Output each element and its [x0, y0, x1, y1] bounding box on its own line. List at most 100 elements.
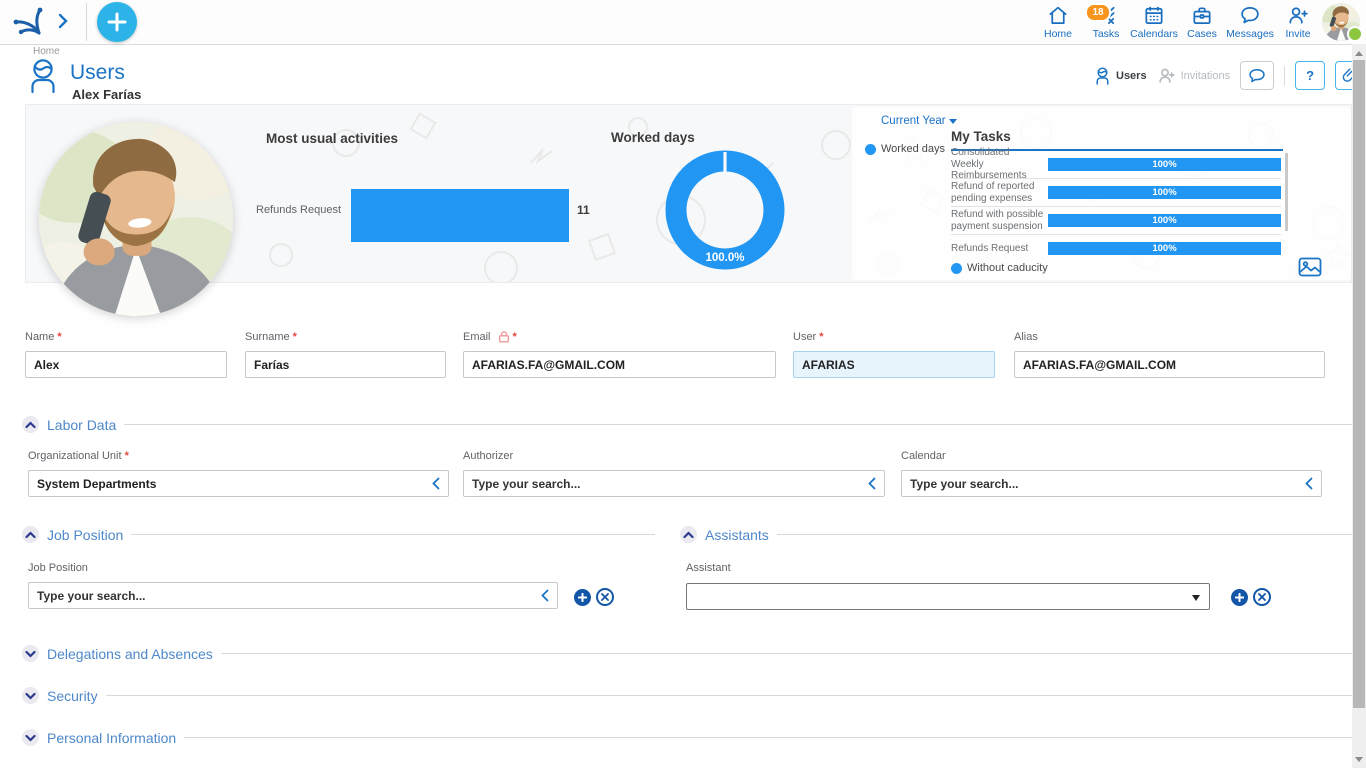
scroll-down-arrow-icon[interactable] [1355, 757, 1363, 762]
section-job-position[interactable]: Job Position [22, 526, 655, 543]
field-alias: Alias [1014, 330, 1325, 378]
nav-home[interactable]: Home [1034, 3, 1082, 40]
chevron-left-icon[interactable] [541, 589, 549, 602]
calendar-input[interactable] [901, 470, 1322, 497]
remove-assistant-button[interactable] [1253, 588, 1271, 606]
brand-logo-icon [12, 7, 46, 42]
profile-avatar[interactable] [1322, 3, 1360, 41]
task-progress-bar: 100% [1048, 186, 1281, 199]
section-security-title: Security [47, 688, 98, 704]
section-assistants[interactable]: Assistants [680, 526, 1352, 543]
chevron-up-icon [22, 526, 39, 543]
image-icon [1298, 257, 1322, 277]
section-labor-data[interactable]: Labor Data [22, 416, 1352, 433]
chevron-down-icon [22, 645, 39, 662]
scroll-up-arrow-icon[interactable] [1355, 51, 1363, 56]
assistant-select[interactable] [686, 583, 1210, 610]
nav-calendars-label: Calendars [1130, 28, 1178, 40]
header-separator [1284, 66, 1285, 86]
topbar-divider [86, 3, 87, 41]
task-progress-value: 100% [1048, 187, 1281, 198]
chevron-left-icon[interactable] [1305, 477, 1313, 490]
breadcrumb: Home [33, 46, 60, 57]
app-window: Home Tasks 18 [0, 0, 1366, 768]
task-row: Refund of reported pending expenses 100% [951, 179, 1281, 207]
chevron-left-icon[interactable] [432, 477, 440, 490]
nav-invite[interactable]: Invite [1274, 3, 1322, 40]
section-delegations-title: Delegations and Absences [47, 646, 213, 662]
topbar: Home Tasks 18 [0, 0, 1366, 45]
user-input[interactable] [793, 351, 995, 378]
nav-messages[interactable]: Messages [1226, 3, 1274, 40]
nav-tasks-label: Tasks [1082, 28, 1130, 40]
tasks-count-badge: 18 [1085, 3, 1111, 22]
section-divider-line [124, 424, 1352, 425]
task-row: Refunds Request 100% [951, 235, 1281, 262]
invite-person-icon [1274, 3, 1322, 27]
field-job-position: Job Position [28, 561, 558, 609]
job-position-input[interactable] [28, 582, 558, 609]
remove-job-position-button[interactable] [596, 588, 614, 606]
comments-button[interactable] [1240, 61, 1274, 90]
legend-dot-icon [951, 263, 962, 274]
nav-calendars[interactable]: Calendars [1130, 3, 1178, 40]
task-label: Refund with possible payment suspension [951, 209, 1048, 232]
email-input[interactable] [463, 351, 776, 378]
alias-input[interactable] [1014, 351, 1325, 378]
surname-label: Surname* [245, 330, 446, 343]
create-new-button[interactable] [97, 2, 137, 42]
authorizer-label: Authorizer [463, 449, 885, 462]
field-name: Name* [25, 330, 227, 378]
help-button[interactable]: ? [1295, 61, 1325, 90]
name-label: Name* [25, 330, 227, 343]
invitations-icon [1157, 67, 1176, 85]
tab-invitations[interactable]: Invitations [1157, 67, 1231, 85]
add-job-position-button[interactable] [574, 589, 591, 606]
section-personal-information[interactable]: Personal Information [22, 729, 1352, 746]
chevron-down-icon [22, 729, 39, 746]
plus-icon [578, 593, 587, 602]
chevron-up-icon [680, 526, 697, 543]
chevron-left-icon[interactable] [868, 477, 876, 490]
section-security[interactable]: Security [22, 687, 1352, 704]
activities-bar-value: 11 [577, 203, 590, 217]
my-tasks-title: My Tasks [951, 129, 1011, 144]
surname-input[interactable] [245, 351, 446, 378]
period-selector[interactable]: Current Year [881, 115, 957, 127]
section-divider-line [184, 737, 1352, 738]
tab-users[interactable]: Users [1094, 67, 1147, 85]
delete-circle-icon [1258, 593, 1266, 601]
nav-cases[interactable]: Cases [1178, 3, 1226, 40]
org-unit-label: Organizational Unit* [28, 449, 449, 462]
expand-menu-chevron-icon[interactable] [58, 13, 68, 34]
org-unit-input[interactable] [28, 470, 449, 497]
my-tasks-scrollbar[interactable] [1285, 153, 1288, 231]
change-image-button[interactable] [1298, 257, 1322, 282]
speech-bubble-icon [1248, 68, 1266, 84]
nav-home-label: Home [1034, 28, 1082, 40]
authorizer-input[interactable] [463, 470, 885, 497]
section-labor-title: Labor Data [47, 417, 116, 433]
field-email: Email * [463, 330, 776, 378]
user-photo [39, 122, 233, 316]
chevron-down-icon [949, 119, 957, 124]
worked-days-percentage: 100.0% [660, 252, 790, 264]
add-assistant-button[interactable] [1231, 589, 1248, 606]
legend-dot-icon [865, 144, 876, 155]
worked-days-chart-title: Worked days [611, 130, 695, 145]
nav-messages-label: Messages [1226, 28, 1274, 40]
nav-tasks[interactable]: Tasks 18 [1082, 3, 1130, 40]
field-assistant: Assistant [686, 561, 1210, 582]
page-scrollbar[interactable] [1352, 44, 1366, 768]
name-input[interactable] [25, 351, 227, 378]
task-progress-value: 100% [1048, 159, 1281, 170]
calendar-label: Calendar [901, 449, 1322, 462]
field-organizational-unit: Organizational Unit* [28, 449, 449, 497]
scrollbar-thumb[interactable] [1353, 60, 1365, 708]
section-delegations[interactable]: Delegations and Absences [22, 645, 1352, 662]
message-bubble-icon [1226, 3, 1274, 27]
user-label: User* [793, 330, 995, 343]
task-progress-bar: 100% [1048, 242, 1281, 255]
briefcase-icon [1178, 3, 1226, 27]
section-assistants-title: Assistants [705, 527, 769, 543]
